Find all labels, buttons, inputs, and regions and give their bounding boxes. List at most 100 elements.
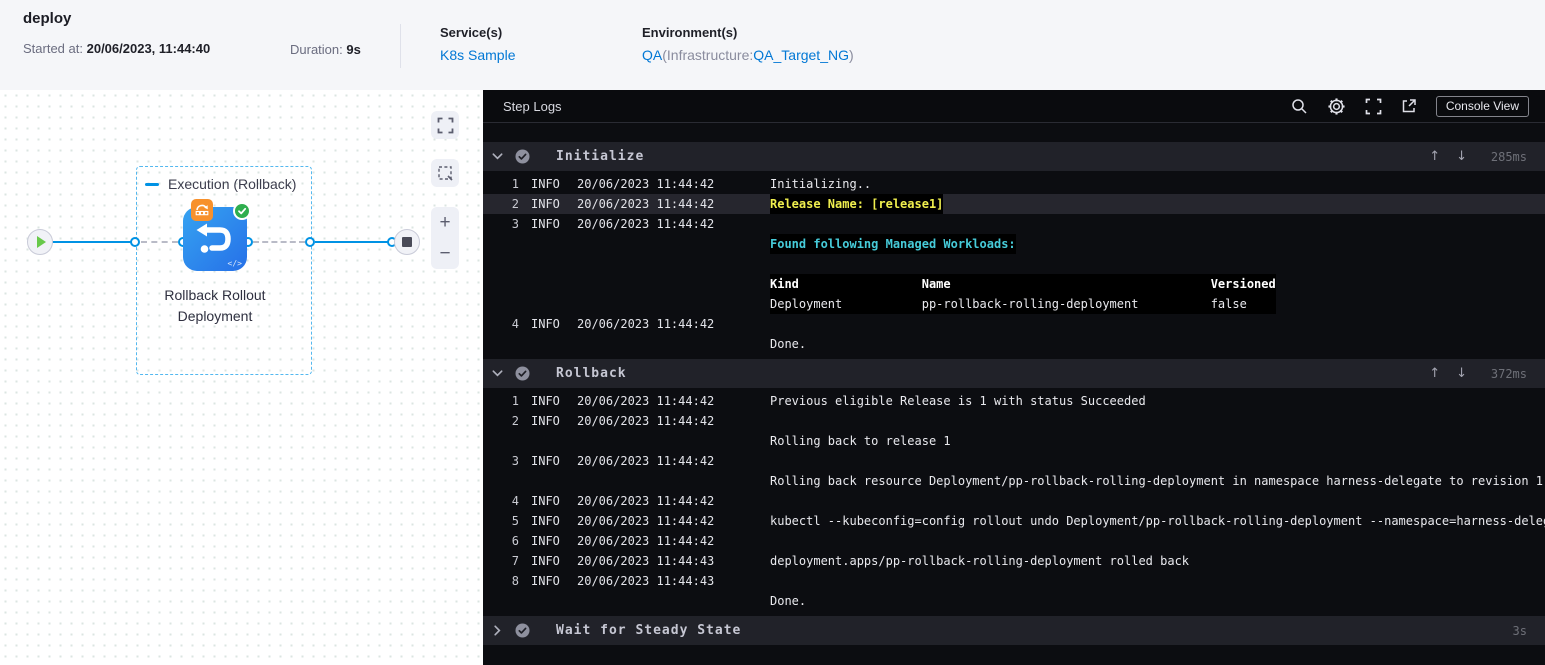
log-timestamp: 20/06/2023 11:44:42	[577, 534, 715, 548]
rollback-arrow-icon	[196, 223, 231, 253]
chevron-icon[interactable]	[489, 366, 505, 382]
log-timestamp	[565, 431, 758, 451]
gear-icon[interactable]	[1327, 97, 1346, 116]
log-timestamp: 20/06/2023 11:44:43	[577, 574, 715, 588]
marquee-select-button[interactable]	[431, 159, 459, 187]
scroll-to-bottom-icon[interactable]: ↓	[1456, 366, 1467, 381]
play-icon	[36, 236, 46, 248]
environments-label: Environment(s)	[642, 25, 738, 40]
log-timestamp: 20/06/2023 11:44:42	[577, 494, 715, 508]
log-message	[758, 411, 1545, 431]
log-level: INFO	[531, 394, 560, 408]
log-level: INFO	[531, 534, 560, 548]
collapse-group-icon[interactable]	[145, 182, 159, 186]
log-message	[758, 531, 1545, 551]
scroll-to-top-icon[interactable]: ↑	[1429, 366, 1440, 381]
status-check-icon	[515, 149, 530, 164]
log-message: Done.	[770, 337, 807, 351]
flow-line-dashed	[141, 241, 178, 243]
log-message: Previous eligible Release is 1 with stat…	[770, 394, 1146, 408]
search-icon[interactable]	[1291, 98, 1308, 115]
stop-icon	[402, 237, 412, 247]
log-line-number	[483, 294, 519, 314]
zoom-out-button[interactable]: −	[439, 244, 450, 263]
log-line-number: 8	[511, 574, 519, 588]
log-level: INFO	[531, 574, 560, 588]
log-line-number: 3	[511, 217, 519, 231]
log-row: Done.	[483, 334, 1545, 354]
log-level	[519, 254, 565, 274]
service-link[interactable]: K8s Sample	[440, 47, 515, 63]
log-timestamp	[565, 294, 758, 314]
page-title: deploy	[23, 10, 72, 27]
log-section-header[interactable]: Wait for Steady State 3s	[483, 616, 1545, 645]
section-rows: 1 INFO 20/06/2023 11:44:42 Initializing.…	[483, 171, 1545, 356]
log-line-number: 1	[511, 394, 519, 408]
fit-screen-icon	[437, 117, 453, 133]
log-section: Wait for Steady State 3s	[483, 616, 1545, 645]
log-row: 1 INFO 20/06/2023 11:44:42 Initializing.…	[483, 174, 1545, 194]
log-timestamp: 20/06/2023 11:44:42	[577, 454, 715, 468]
env-infra-prefix: (Infrastructure:	[662, 47, 754, 63]
log-level: INFO	[531, 454, 560, 468]
services-label: Service(s)	[440, 25, 503, 40]
log-level	[519, 431, 565, 451]
log-level	[519, 234, 565, 254]
infrastructure-link[interactable]: QA_Target_NG	[753, 47, 849, 63]
log-timestamp: 20/06/2023 11:44:42	[577, 414, 715, 428]
log-level	[519, 274, 565, 294]
log-row: 1 INFO 20/06/2023 11:44:42 Previous elig…	[483, 391, 1545, 411]
log-row: Done.	[483, 591, 1545, 611]
chevron-icon[interactable]	[489, 149, 505, 165]
duration-value: 9s	[346, 42, 361, 57]
log-timestamp: 20/06/2023 11:44:42	[577, 514, 715, 528]
log-message	[758, 491, 1545, 511]
console-view-button[interactable]: Console View	[1435, 95, 1529, 117]
log-message: Found following Managed Workloads:	[758, 234, 1545, 254]
environment-link[interactable]: QA	[642, 47, 662, 63]
log-level	[519, 294, 565, 314]
log-line-number: 2	[511, 414, 519, 428]
zoom-in-button[interactable]: +	[439, 213, 450, 232]
chevron-icon[interactable]	[489, 623, 505, 639]
step-node-label: Rollback Rollout Deployment	[164, 287, 266, 324]
scroll-to-top-icon[interactable]: ↑	[1429, 149, 1440, 164]
duration: Duration: 9s	[290, 42, 400, 57]
connector-port[interactable]	[130, 237, 140, 247]
log-level: INFO	[531, 514, 560, 528]
scroll-to-bottom-icon[interactable]: ↓	[1456, 149, 1467, 164]
log-row: Kind Name Versioned	[483, 274, 1545, 294]
open-in-new-icon[interactable]	[1401, 98, 1417, 114]
log-section-title: Wait for Steady State	[556, 623, 742, 638]
log-level: INFO	[531, 414, 560, 428]
end-node[interactable]	[394, 229, 420, 255]
log-line-number: 7	[511, 554, 519, 568]
section-rows: 1 INFO 20/06/2023 11:44:42 Previous elig…	[483, 388, 1545, 613]
log-level: INFO	[531, 197, 560, 211]
connector-port[interactable]	[305, 237, 315, 247]
log-line-number	[483, 274, 519, 294]
flow-line-dashed	[253, 241, 305, 243]
start-node[interactable]	[27, 229, 53, 255]
log-line-number	[483, 254, 519, 274]
log-line-number	[483, 591, 519, 611]
log-row: 2 INFO 20/06/2023 11:44:42 Release Name:…	[483, 194, 1545, 214]
log-message	[758, 214, 1545, 234]
log-message: kubectl --kubeconfig=config rollout undo…	[770, 514, 1545, 528]
pipeline-canvas[interactable]: Execution (Rollback) </> Rollback Rollou…	[0, 90, 483, 665]
fullscreen-icon[interactable]	[1365, 98, 1382, 115]
fit-to-screen-button[interactable]	[431, 111, 459, 139]
log-level	[519, 591, 565, 611]
section-duration: 285ms	[1490, 149, 1527, 164]
log-message: deployment.apps/pp-rollback-rolling-depl…	[770, 554, 1190, 568]
log-message: Deployment pp-rollback-rolling-deploymen…	[758, 294, 1545, 314]
log-level: INFO	[531, 554, 560, 568]
log-section-header[interactable]: Rollback ↑ ↓ 372ms	[483, 359, 1545, 388]
log-section-header[interactable]: Initialize ↑ ↓ 285ms	[483, 142, 1545, 171]
log-level	[519, 471, 565, 491]
log-line-number: 6	[511, 534, 519, 548]
log-row: 3 INFO 20/06/2023 11:44:42	[483, 451, 1545, 471]
log-section: Initialize ↑ ↓ 285ms 1 INFO 20/06/2023 1…	[483, 142, 1545, 356]
log-message	[758, 314, 1545, 334]
log-level: INFO	[531, 177, 560, 191]
